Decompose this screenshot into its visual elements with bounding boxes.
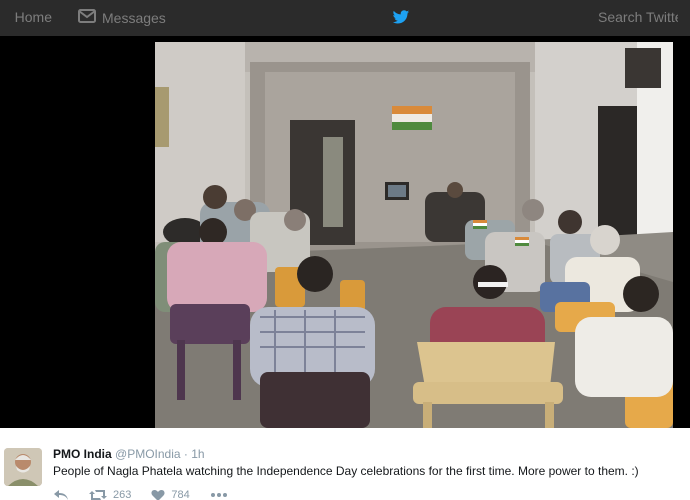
tweet-card: PMO India @PMOIndia · 1h People of Nagla… xyxy=(0,428,690,500)
like-icon xyxy=(151,489,165,500)
tweet-photo[interactable] xyxy=(155,42,673,428)
like-button[interactable]: 784 xyxy=(151,489,190,500)
retweet-button[interactable]: 263 xyxy=(89,489,131,500)
reply-icon xyxy=(53,489,69,500)
tweet-header: PMO India @PMOIndia · 1h xyxy=(53,447,205,461)
more-icon xyxy=(210,492,228,498)
like-count: 784 xyxy=(171,489,190,500)
retweet-icon xyxy=(89,489,107,500)
twitter-bird-icon[interactable] xyxy=(392,10,410,30)
top-navigation-bar: Home Messages Search Twitter xyxy=(0,0,690,36)
tweet-timestamp[interactable]: 1h xyxy=(191,447,204,461)
nav-home-label: Home xyxy=(14,9,52,25)
avatar[interactable] xyxy=(4,448,42,486)
header-separator: · xyxy=(183,447,188,461)
nav-messages-link[interactable]: Messages xyxy=(78,9,166,26)
tweet-actions: 263 784 xyxy=(53,489,248,500)
author-handle[interactable]: @PMOIndia xyxy=(115,447,181,461)
nav-search-label: Search Twitter xyxy=(598,9,678,25)
author-name[interactable]: PMO India xyxy=(53,447,112,461)
media-viewer xyxy=(0,36,690,428)
nav-search-link[interactable]: Search Twitter xyxy=(598,9,678,25)
reply-button[interactable] xyxy=(53,489,69,500)
nav-home-link[interactable]: Home xyxy=(0,9,52,25)
nav-messages-label: Messages xyxy=(102,9,166,26)
more-button[interactable] xyxy=(210,492,228,498)
tweet-text: People of Nagla Phatela watching the Ind… xyxy=(53,464,639,478)
messages-icon xyxy=(78,9,96,26)
retweet-count: 263 xyxy=(113,489,132,500)
